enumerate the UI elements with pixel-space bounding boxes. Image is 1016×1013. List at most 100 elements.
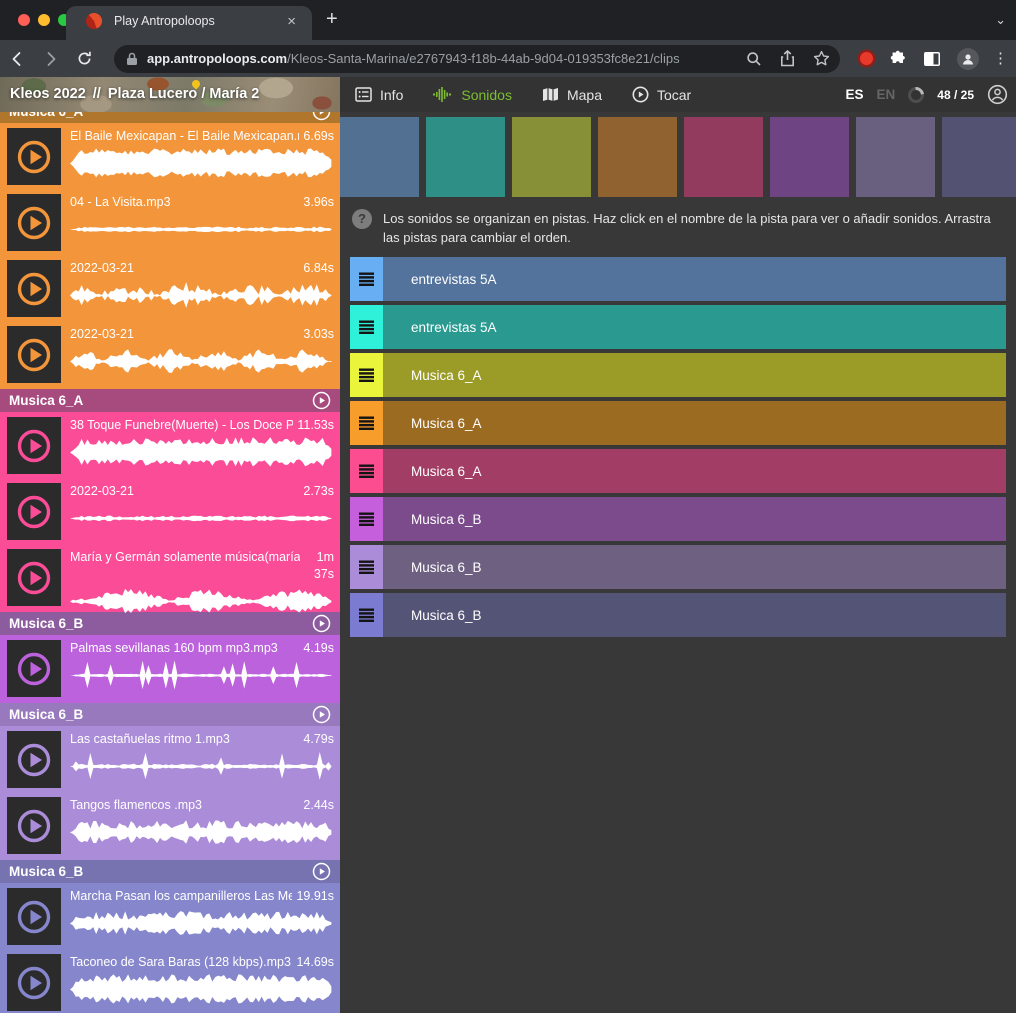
drag-handle[interactable] xyxy=(350,497,383,541)
back-icon[interactable] xyxy=(8,50,36,68)
clip-play-button[interactable] xyxy=(7,128,61,185)
track-row-body[interactable]: Musica 6_A xyxy=(383,449,1006,493)
browser-window: Play Antropoloops × + ⌄ app.antropoloops… xyxy=(0,0,1016,1013)
tab-close-icon[interactable]: × xyxy=(283,12,300,31)
palette-swatch[interactable] xyxy=(684,117,763,197)
lang-en-button[interactable]: EN xyxy=(877,87,896,102)
drag-handle[interactable] xyxy=(350,593,383,637)
drag-handle[interactable] xyxy=(350,353,383,397)
drag-handle[interactable] xyxy=(350,305,383,349)
section-play-icon[interactable] xyxy=(312,112,331,121)
drag-handle[interactable] xyxy=(350,257,383,301)
clip-waveform[interactable] xyxy=(70,751,334,782)
section-play-icon[interactable] xyxy=(312,705,331,724)
track-row-body[interactable]: entrevistas 5A xyxy=(383,305,1006,349)
drag-handle[interactable] xyxy=(350,401,383,445)
track-row-body[interactable]: Musica 6_B xyxy=(383,497,1006,541)
clip-play-button[interactable] xyxy=(7,417,61,474)
clip-play-button[interactable] xyxy=(7,194,61,251)
zoom-page-icon[interactable] xyxy=(746,51,762,67)
track-row[interactable]: Musica 6_A xyxy=(350,449,1006,493)
nav-mapa[interactable]: Mapa xyxy=(542,87,602,103)
clip-waveform[interactable] xyxy=(70,817,334,848)
account-icon[interactable] xyxy=(987,84,1008,105)
track-section-header[interactable]: Musica 6_B xyxy=(0,860,340,883)
palette-swatch[interactable] xyxy=(598,117,677,197)
nav-sonidos[interactable]: Sonidos xyxy=(433,87,512,103)
clip-play-button[interactable] xyxy=(7,483,61,540)
track-row-body[interactable]: Musica 6_B xyxy=(383,593,1006,637)
tab-search-chevron-icon[interactable]: ⌄ xyxy=(995,12,1006,28)
clip-waveform[interactable] xyxy=(70,280,334,311)
section-play-icon[interactable] xyxy=(312,391,331,410)
extensions-puzzle-icon[interactable] xyxy=(889,50,907,68)
clip-waveform[interactable] xyxy=(70,346,334,377)
record-indicator-icon[interactable] xyxy=(860,52,873,65)
clip-play-button[interactable] xyxy=(7,260,61,317)
address-bar[interactable]: app.antropoloops.com/Kleos-Santa-Marina/… xyxy=(114,45,840,73)
clip-play-button[interactable] xyxy=(7,731,61,788)
clip-play-button[interactable] xyxy=(7,954,61,1011)
help-text: Los sonidos se organizan en pistas. Haz … xyxy=(383,209,998,247)
browser-tab[interactable]: Play Antropoloops × xyxy=(66,6,312,40)
clip-duration: 1m 37s xyxy=(304,549,334,583)
clip-title: El Baile Mexicapan - El Baile Mexicapan.… xyxy=(70,128,299,145)
palette-swatch[interactable] xyxy=(340,117,419,197)
palette-swatch[interactable] xyxy=(512,117,591,197)
clip-title: María y Germán solamente música(maría 2.… xyxy=(70,549,300,566)
clip-waveform[interactable] xyxy=(70,503,334,534)
clip-waveform[interactable] xyxy=(70,908,334,939)
track-row[interactable]: entrevistas 5A xyxy=(350,305,1006,349)
section-play-icon[interactable] xyxy=(312,862,331,881)
track-section-header[interactable]: Musica 6_A xyxy=(0,112,340,123)
clip-play-button[interactable] xyxy=(7,640,61,697)
loading-spinner-icon xyxy=(905,83,928,106)
reload-icon[interactable] xyxy=(76,50,104,67)
hamburger-icon xyxy=(358,320,375,335)
track-row-body[interactable]: Musica 6_B xyxy=(383,545,1006,589)
audio-clip: Las castañuelas ritmo 1.mp34.79s xyxy=(0,728,340,794)
clip-waveform[interactable] xyxy=(70,214,334,245)
track-section-header[interactable]: Musica 6_A xyxy=(0,389,340,412)
palette-swatch[interactable] xyxy=(856,117,935,197)
nav-tocar[interactable]: Tocar xyxy=(632,86,691,103)
palette-swatch[interactable] xyxy=(770,117,849,197)
palette-swatch[interactable] xyxy=(426,117,505,197)
track-row-body[interactable]: Musica 6_A xyxy=(383,401,1006,445)
clip-play-button[interactable] xyxy=(7,888,61,945)
clip-waveform[interactable] xyxy=(70,437,334,468)
palette-swatch[interactable] xyxy=(942,117,1016,197)
clip-title: 38 Toque Funebre(Muerte) - Los Doce Par.… xyxy=(70,417,293,434)
track-row-body[interactable]: entrevistas 5A xyxy=(383,257,1006,301)
lang-es-button[interactable]: ES xyxy=(846,87,864,102)
track-section-header[interactable]: Musica 6_B xyxy=(0,612,340,635)
side-panel-icon[interactable] xyxy=(923,51,941,67)
window-close-button[interactable] xyxy=(18,14,30,26)
track-row[interactable]: Musica 6_B xyxy=(350,593,1006,637)
track-row[interactable]: Musica 6_A xyxy=(350,401,1006,445)
new-tab-button[interactable]: + xyxy=(326,8,338,31)
clip-waveform[interactable] xyxy=(70,586,334,617)
clip-play-button[interactable] xyxy=(7,549,61,606)
drag-handle[interactable] xyxy=(350,449,383,493)
clip-play-button[interactable] xyxy=(7,326,61,383)
track-row[interactable]: entrevistas 5A xyxy=(350,257,1006,301)
browser-menu-icon[interactable]: ⋮ xyxy=(993,51,1008,66)
clip-play-button[interactable] xyxy=(7,797,61,854)
window-minimize-button[interactable] xyxy=(38,14,50,26)
track-row[interactable]: Musica 6_A xyxy=(350,353,1006,397)
clip-waveform[interactable] xyxy=(70,148,334,179)
track-row[interactable]: Musica 6_B xyxy=(350,545,1006,589)
clip-waveform[interactable] xyxy=(70,974,334,1005)
clip-waveform[interactable] xyxy=(70,660,334,691)
track-section-header[interactable]: Musica 6_B xyxy=(0,703,340,726)
forward-icon[interactable] xyxy=(42,50,70,68)
profile-avatar[interactable] xyxy=(957,48,979,70)
drag-handle[interactable] xyxy=(350,545,383,589)
share-icon[interactable] xyxy=(780,50,795,67)
track-row-body[interactable]: Musica 6_A xyxy=(383,353,1006,397)
nav-info[interactable]: Info xyxy=(355,87,403,103)
track-row[interactable]: Musica 6_B xyxy=(350,497,1006,541)
section-play-icon[interactable] xyxy=(312,614,331,633)
bookmark-star-icon[interactable] xyxy=(813,50,830,67)
